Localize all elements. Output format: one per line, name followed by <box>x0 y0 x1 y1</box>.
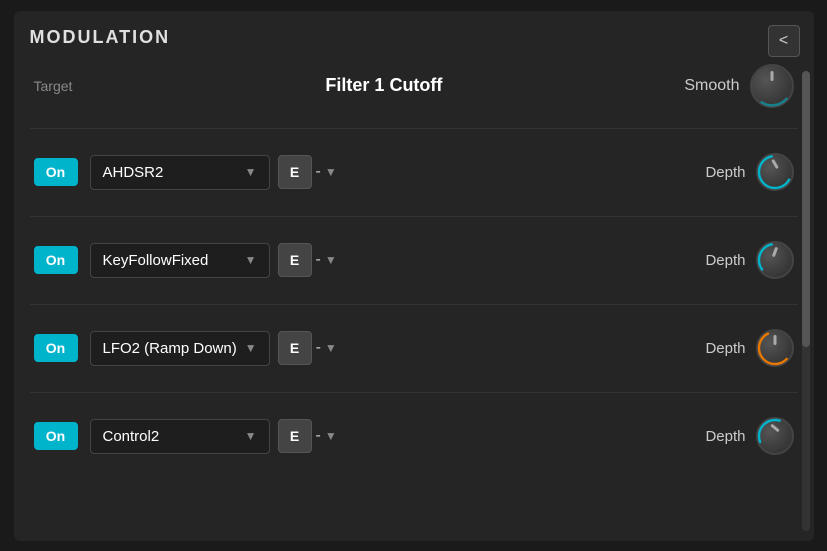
modulation-row-3: On LFO2 (Ramp Down) ▼ E - ▼ Depth <box>30 304 798 392</box>
modulation-row-4: On Control2 ▼ E - ▼ Depth <box>30 392 798 480</box>
e-button-1[interactable]: E <box>278 155 312 189</box>
depth-label-4: Depth <box>705 428 745 445</box>
depth-knob-arc-4 <box>755 416 795 456</box>
e-button-2[interactable]: E <box>278 243 312 277</box>
source-dropdown-1[interactable]: AHDSR2 ▼ <box>90 155 270 190</box>
smooth-knob-arc <box>749 63 795 109</box>
source-dropdown-3[interactable]: LFO2 (Ramp Down) ▼ <box>90 331 270 366</box>
e-button-4[interactable]: E <box>278 419 312 453</box>
scrollbar[interactable] <box>802 71 810 531</box>
source-dropdown-4[interactable]: Control2 ▼ <box>90 419 270 454</box>
on-button-2[interactable]: On <box>34 246 78 274</box>
scrollbar-thumb <box>802 71 810 347</box>
on-button-1[interactable]: On <box>34 158 78 186</box>
source-dropdown-2[interactable]: KeyFollowFixed ▼ <box>90 243 270 278</box>
dropdown-chevron-3: ▼ <box>245 341 257 355</box>
header-row: Target Filter 1 Cutoff Smooth <box>30 64 798 108</box>
depth-label-1: Depth <box>705 164 745 181</box>
small-chevron-2[interactable]: ▼ <box>325 253 337 267</box>
dropdown-chevron-1: ▼ <box>245 165 257 179</box>
e-button-3[interactable]: E <box>278 331 312 365</box>
on-button-3[interactable]: On <box>34 334 78 362</box>
depth-knob-4[interactable] <box>756 417 794 455</box>
panel-title: MODULATION <box>30 27 798 48</box>
source-label-4: Control2 <box>103 428 160 445</box>
depth-wrap-3: Depth <box>705 329 793 367</box>
dash-2: - <box>316 251 321 269</box>
smooth-knob[interactable] <box>750 64 794 108</box>
modulation-row-2: On KeyFollowFixed ▼ E - ▼ Depth <box>30 216 798 304</box>
depth-wrap-2: Depth <box>705 241 793 279</box>
depth-wrap-1: Depth <box>705 153 793 191</box>
smooth-knob-container <box>750 64 794 108</box>
rows-container: On AHDSR2 ▼ E - ▼ Depth On KeyFollowFixe… <box>30 128 798 480</box>
smooth-label: Smooth <box>684 77 739 95</box>
modulation-panel: MODULATION < Target Filter 1 Cutoff Smoo… <box>14 11 814 541</box>
depth-wrap-4: Depth <box>705 417 793 455</box>
depth-knob-arc-1 <box>755 152 795 192</box>
depth-knob-3[interactable] <box>756 329 794 367</box>
dropdown-chevron-4: ▼ <box>245 429 257 443</box>
depth-knob-arc-3 <box>755 328 795 368</box>
dash-3: - <box>316 339 321 357</box>
target-label: Target <box>34 78 104 94</box>
depth-knob-2[interactable] <box>756 241 794 279</box>
dash-1: - <box>316 163 321 181</box>
small-chevron-1[interactable]: ▼ <box>325 165 337 179</box>
modulation-row-1: On AHDSR2 ▼ E - ▼ Depth <box>30 128 798 216</box>
small-chevron-3[interactable]: ▼ <box>325 341 337 355</box>
source-label-1: AHDSR2 <box>103 164 164 181</box>
small-chevron-4[interactable]: ▼ <box>325 429 337 443</box>
depth-knob-1[interactable] <box>756 153 794 191</box>
dash-4: - <box>316 427 321 445</box>
collapse-button[interactable]: < <box>768 25 800 57</box>
on-button-4[interactable]: On <box>34 422 78 450</box>
source-label-3: LFO2 (Ramp Down) <box>103 340 237 357</box>
target-value: Filter 1 Cutoff <box>104 75 665 96</box>
depth-label-2: Depth <box>705 252 745 269</box>
dropdown-chevron-2: ▼ <box>245 253 257 267</box>
depth-knob-arc-2 <box>755 240 795 280</box>
depth-label-3: Depth <box>705 340 745 357</box>
source-label-2: KeyFollowFixed <box>103 252 209 269</box>
